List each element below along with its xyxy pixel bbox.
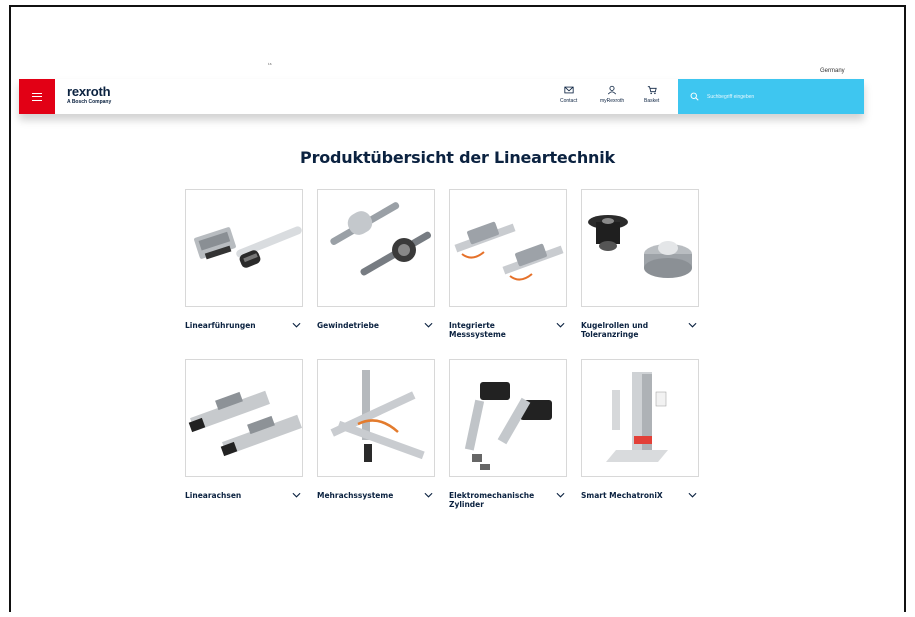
product-card-linearachsen[interactable]: Linearachsen xyxy=(185,359,303,500)
basket-icon xyxy=(647,86,657,95)
product-card-integrierte-messsysteme[interactable]: Integrierte Messsysteme xyxy=(449,189,567,339)
site-header: rexroth A Bosch Company Contact myRexrot… xyxy=(19,79,864,114)
chevron-down-icon[interactable] xyxy=(292,492,301,498)
search-bar[interactable] xyxy=(678,79,864,114)
product-label[interactable]: Gewindetriebe xyxy=(317,321,417,330)
product-image-kugelrollen[interactable] xyxy=(581,189,699,307)
product-label[interactable]: Smart MechatroniX xyxy=(581,491,681,500)
product-image-mehrachssysteme[interactable] xyxy=(317,359,435,477)
contact-label: Contact xyxy=(560,98,578,104)
rexroth-logo[interactable]: rexroth A Bosch Company xyxy=(67,85,111,105)
user-icon xyxy=(608,85,617,95)
hamburger-icon xyxy=(32,92,42,101)
product-image-smart-mechatronix[interactable] xyxy=(581,359,699,477)
product-card-smart-mechatronix[interactable]: Smart MechatroniX xyxy=(581,359,699,500)
product-image-linearachsen[interactable] xyxy=(185,359,303,477)
product-card-linearfuehrungen[interactable]: Linearführungen xyxy=(185,189,303,330)
chevron-down-icon[interactable] xyxy=(424,322,433,328)
logo-sub: A Bosch Company xyxy=(67,99,112,105)
product-label[interactable]: Elektromechanische Zylinder xyxy=(449,491,549,509)
product-label[interactable]: Kugelrollen und Toleranzringe xyxy=(581,321,681,339)
country-selector[interactable]: Germany xyxy=(820,68,845,74)
product-card-gewindetriebe[interactable]: Gewindetriebe xyxy=(317,189,435,330)
myrexroth-button[interactable]: myRexroth xyxy=(600,85,624,104)
product-image-messsysteme[interactable] xyxy=(449,189,567,307)
contact-button[interactable]: Contact xyxy=(560,85,577,104)
tiny-mark: ¹⁶ xyxy=(268,62,272,68)
logo-word: rexroth xyxy=(67,84,111,99)
chevron-down-icon[interactable] xyxy=(688,322,697,328)
chevron-down-icon[interactable] xyxy=(556,492,565,498)
chevron-down-icon[interactable] xyxy=(688,492,697,498)
search-input[interactable] xyxy=(707,93,857,100)
chevron-down-icon[interactable] xyxy=(424,492,433,498)
product-image-linearfuehrungen[interactable] xyxy=(185,189,303,307)
basket-label: Basket xyxy=(644,98,660,104)
product-label[interactable]: Linearachsen xyxy=(185,491,285,500)
product-card-mehrachssysteme[interactable]: Mehrachssysteme xyxy=(317,359,435,500)
product-image-zylinder[interactable] xyxy=(449,359,567,477)
product-label[interactable]: Mehrachssysteme xyxy=(317,491,417,500)
mail-icon xyxy=(564,86,574,94)
product-card-elektromechanische-zylinder[interactable]: Elektromechanische Zylinder xyxy=(449,359,567,509)
chevron-down-icon[interactable] xyxy=(292,322,301,328)
product-label[interactable]: Linearführungen xyxy=(185,321,285,330)
product-label[interactable]: Integrierte Messsysteme xyxy=(449,321,549,339)
page-title: Produktübersicht der Lineartechnik xyxy=(300,148,615,167)
search-icon xyxy=(690,92,699,101)
chevron-down-icon[interactable] xyxy=(556,322,565,328)
product-image-gewindetriebe[interactable] xyxy=(317,189,435,307)
menu-button[interactable] xyxy=(19,79,55,114)
product-card-kugelrollen[interactable]: Kugelrollen und Toleranzringe xyxy=(581,189,699,339)
basket-button[interactable]: Basket xyxy=(644,85,659,104)
myrexroth-label: myRexroth xyxy=(600,98,625,104)
